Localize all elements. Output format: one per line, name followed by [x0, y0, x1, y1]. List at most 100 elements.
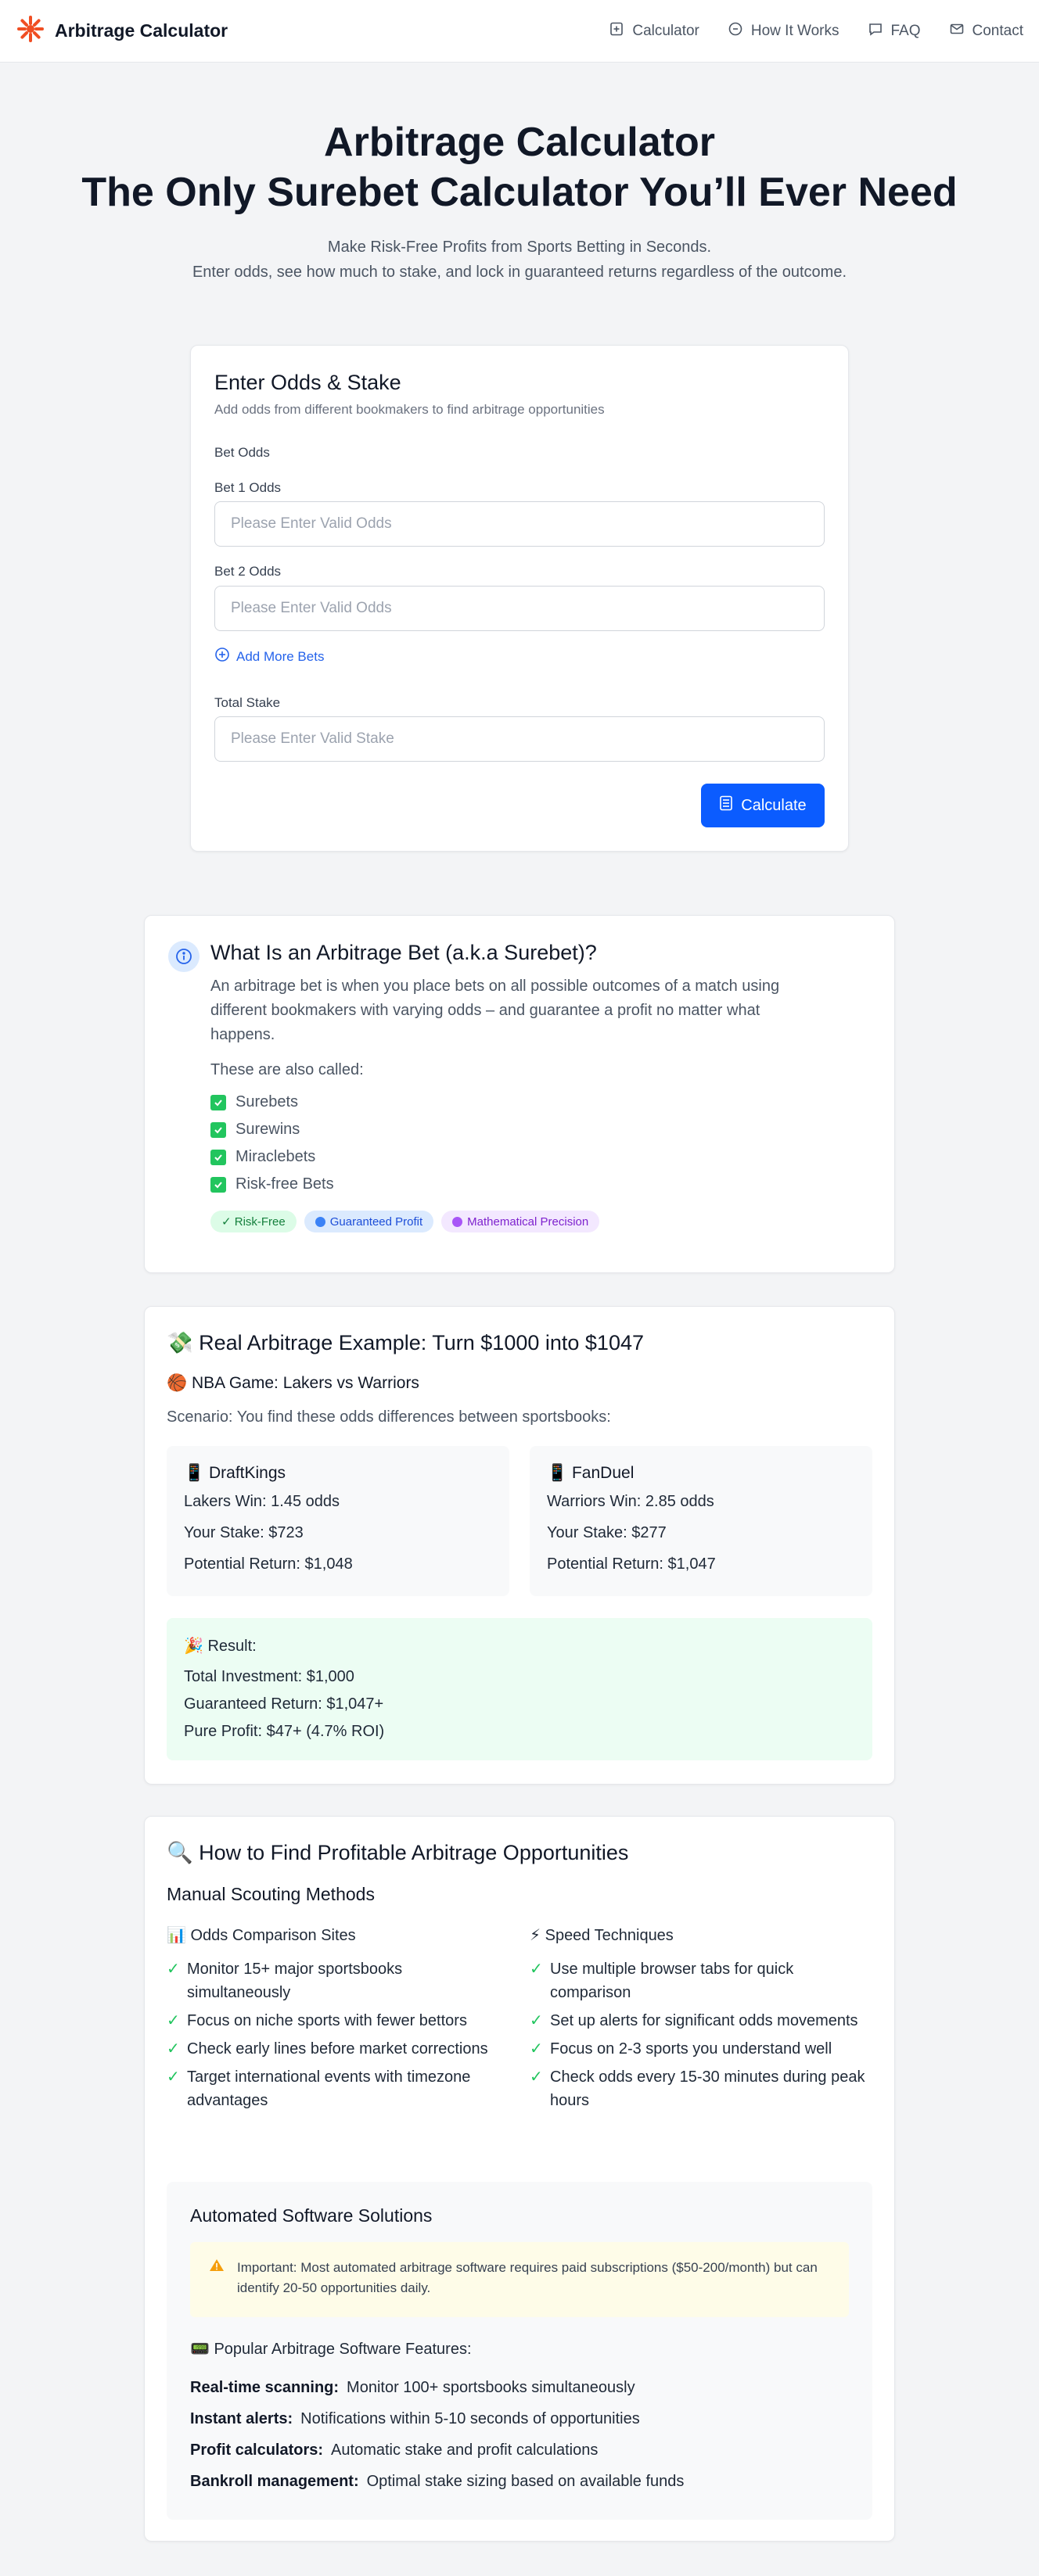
bookmaker-name: 📱 FanDuel	[547, 1464, 635, 1482]
column-title: ⚡ Speed Techniques	[530, 1926, 674, 1944]
page-title: Arbitrage Calculator The Only Surebet Cal…	[81, 120, 958, 215]
total-stake-label: Total Stake	[214, 695, 281, 710]
warning-text: Important: Most automated arbitrage soft…	[237, 2260, 818, 2295]
dot-icon	[315, 1216, 325, 1227]
list-item: ✓ Focus on 2-3 sports you understand well	[530, 2037, 866, 2061]
info-circle-icon	[728, 21, 743, 41]
game-title: 🏀 NBA Game: Lakers vs Warriors	[167, 1374, 419, 1392]
list-item: Risk-free Bets	[210, 1171, 334, 1198]
automated-title: Automated Software Solutions	[190, 2205, 433, 2226]
bet-line: Lakers Win: 1.45 odds	[184, 1493, 340, 1510]
stake-line: Your Stake: $723	[184, 1524, 304, 1541]
features-list: Real-time scanning: Monitor 100+ sportsbo…	[190, 2372, 849, 2497]
example-card: 💸 Real Arbitrage Example: Turn $1000 int…	[144, 1306, 895, 1785]
top-navbar: Arbitrage Calculator Calculator How It W…	[0, 0, 1039, 63]
stake-line: Your Stake: $277	[547, 1524, 667, 1541]
nav-link-label: How It Works	[750, 22, 839, 39]
result-box: 🎉 Result: Total Investment: $1,000 Guara…	[167, 1618, 872, 1760]
also-called-label: These are also called:	[210, 1061, 364, 1078]
list-item: ✓ Check odds every 15-30 minutes during p…	[530, 2065, 866, 2112]
calculator-card: Enter Odds & Stake Add odds from differe…	[190, 345, 849, 852]
calculator-title: Enter Odds & Stake	[214, 371, 401, 394]
nav-link-label: Contact	[972, 22, 1023, 39]
bet1-odds-input[interactable]	[214, 501, 825, 547]
mail-icon	[949, 21, 965, 41]
how-to-card: 🔍 How to Find Profitable Arbitrage Oppor…	[144, 1816, 895, 2542]
what-is-title: What Is an Arbitrage Bet (a.k.a Surebet)…	[210, 941, 597, 964]
feature-item: Profit calculators: Automatic stake and p…	[190, 2441, 599, 2459]
column-title: 📊 Odds Comparison Sites	[167, 1926, 356, 1944]
list-item: Miraclebets	[210, 1143, 334, 1171]
bookmaker-card-fanduel: 📱 FanDuel Warriors Win: 2.85 odds Your S…	[530, 1446, 872, 1596]
calculator-icon	[609, 21, 624, 41]
add-more-label: Add More Bets	[236, 648, 325, 664]
list-item: ✓ Monitor 15+ major sportsbooks simultane…	[167, 1957, 503, 2004]
check-icon: ✓	[530, 2040, 543, 2058]
result-line: Guaranteed Return: $1,047+	[184, 1695, 384, 1713]
info-icon	[168, 941, 200, 972]
calculator-description: Add odds from different bookmakers to fi…	[214, 402, 605, 417]
feature-item: Instant alerts: Notifications within 5-10…	[190, 2409, 640, 2427]
list-item: ✓ Target international events with timezo…	[167, 2065, 503, 2112]
dot-icon	[452, 1216, 463, 1227]
add-more-bets-button[interactable]: Add More Bets	[214, 647, 324, 666]
return-line: Potential Return: $1,048	[184, 1555, 353, 1573]
nav-link-label: FAQ	[890, 22, 921, 39]
bookmaker-card-draftkings: 📱 DraftKings Lakers Win: 1.45 odds Your …	[167, 1446, 509, 1596]
brand[interactable]: Arbitrage Calculator	[16, 14, 228, 48]
list-item: Surewins	[210, 1116, 334, 1143]
brand-name: Arbitrage Calculator	[55, 20, 228, 41]
nav-link-calculator[interactable]: Calculator	[609, 21, 699, 41]
total-stake-input[interactable]	[214, 716, 825, 762]
check-icon: ✓	[167, 1961, 180, 1978]
check-icon: ✓	[167, 2012, 180, 2029]
check-icon	[210, 1121, 226, 1138]
check-icon: ✓	[167, 2040, 180, 2058]
bet1-label: Bet 1 Odds	[214, 480, 282, 495]
calculator-icon	[719, 795, 733, 816]
check-icon	[210, 1094, 226, 1110]
chat-bubble-icon	[868, 21, 883, 41]
return-line: Potential Return: $1,047	[547, 1555, 716, 1573]
feature-item: Bankroll management: Optimal stake sizing…	[190, 2472, 685, 2490]
result-title: 🎉 Result:	[184, 1637, 257, 1655]
list-item: Surebets	[210, 1089, 334, 1116]
automated-software-box: Automated Software Solutions Important: …	[167, 2182, 872, 2520]
tag-risk-free: ✓ Risk-Free	[210, 1211, 297, 1232]
list-item: ✓ Focus on niche sports with fewer bettor…	[167, 2009, 503, 2032]
scenario-text: Scenario: You find these odds difference…	[167, 1408, 611, 1426]
check-icon: ✓	[530, 2012, 543, 2029]
check-icon	[210, 1176, 226, 1193]
calculate-label: Calculate	[741, 796, 807, 814]
features-title: 📟 Popular Arbitrage Software Features:	[190, 2341, 472, 2358]
nav-link-contact[interactable]: Contact	[949, 21, 1023, 41]
bet2-odds-input[interactable]	[214, 586, 825, 631]
nav-link-how-it-works[interactable]: How It Works	[728, 21, 839, 41]
calculate-button[interactable]: Calculate	[701, 784, 825, 827]
tag-guaranteed-profit: Guaranteed Profit	[304, 1211, 434, 1232]
example-title: 💸 Real Arbitrage Example: Turn $1000 int…	[167, 1331, 644, 1354]
plus-circle-icon	[214, 647, 230, 666]
tag-mathematical-precision: Mathematical Precision	[441, 1211, 600, 1232]
hero-subtitle: Make Risk-Free Profits from Sports Betti…	[192, 239, 847, 281]
names-list: Surebets Surewins Miraclebets Risk-free …	[210, 1089, 334, 1198]
check-icon: ✓	[167, 2068, 180, 2086]
list-item: ✓ Set up alerts for significant odds move…	[530, 2009, 866, 2032]
bet2-label: Bet 2 Odds	[214, 564, 282, 579]
logo-icon	[16, 14, 45, 48]
what-is-paragraph: An arbitrage bet is when you place bets …	[210, 978, 780, 1043]
how-to-title: 🔍 How to Find Profitable Arbitrage Oppor…	[167, 1841, 629, 1864]
tag-list: ✓ Risk-Free Guaranteed Profit Mathematic…	[210, 1211, 600, 1232]
check-icon	[210, 1149, 226, 1165]
bet-odds-label: Bet Odds	[214, 445, 270, 460]
bookmaker-name: 📱 DraftKings	[184, 1464, 286, 1482]
what-is-card: What Is an Arbitrage Bet (a.k.a Surebet)…	[144, 915, 895, 1273]
check-icon: ✓	[530, 2068, 543, 2086]
nav-link-label: Calculator	[632, 22, 699, 39]
nav-links: Calculator How It Works FAQ Contact	[609, 21, 1023, 41]
check-icon: ✓	[530, 1961, 543, 1978]
result-line: Pure Profit: $47+ (4.7% ROI)	[184, 1723, 385, 1740]
warning-icon	[209, 2258, 225, 2302]
list-item: ✓ Check early lines before market correct…	[167, 2037, 503, 2061]
nav-link-faq[interactable]: FAQ	[868, 21, 921, 41]
